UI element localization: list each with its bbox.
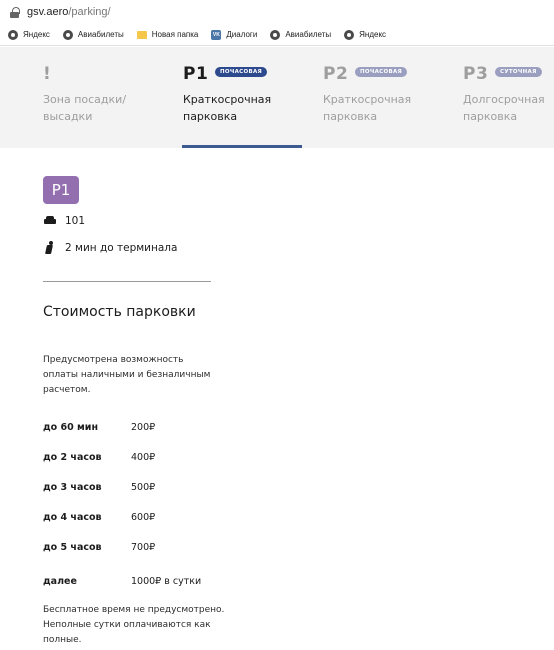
lock-icon bbox=[10, 7, 20, 18]
price-value: 200₽ bbox=[131, 422, 156, 433]
walk-time: 2 мин до терминала bbox=[65, 242, 178, 254]
price-value: 500₽ bbox=[131, 482, 156, 493]
price-row: до 60 мин 200₽ bbox=[43, 422, 155, 433]
bookmark-label: Авиабилеты bbox=[285, 30, 332, 39]
url-host: gsv.aero bbox=[27, 6, 69, 18]
globe-icon bbox=[8, 29, 18, 40]
price-duration: далее bbox=[43, 576, 77, 587]
bookmark-label: Яндекс bbox=[359, 30, 387, 39]
spaces-count: 101 bbox=[65, 215, 86, 227]
url-text[interactable]: gsv.aero/parking/ bbox=[27, 6, 111, 18]
bookmark-new-folder[interactable]: Новая папка bbox=[136, 30, 199, 39]
bookmark-aviabilety-2[interactable]: Авиабилеты bbox=[270, 29, 332, 40]
divider bbox=[43, 281, 211, 282]
tab-code: P1 bbox=[183, 64, 209, 84]
price-duration: до 2 часов bbox=[43, 452, 102, 463]
price-duration: до 4 часов bbox=[43, 512, 102, 523]
bookmark-yandex-2[interactable]: Яндекс bbox=[344, 29, 387, 40]
price-value: 600₽ bbox=[131, 512, 156, 523]
price-value: 400₽ bbox=[131, 452, 156, 463]
url-path: /parking/ bbox=[68, 6, 111, 18]
globe-icon bbox=[62, 29, 73, 40]
tab-label: Долгосрочная парковка bbox=[463, 93, 545, 123]
bookmark-yandex[interactable]: Яндекс bbox=[8, 29, 50, 40]
car-icon bbox=[43, 214, 57, 228]
walking-person-icon bbox=[43, 241, 57, 255]
tab-label: Краткосрочная парковка bbox=[183, 93, 272, 123]
parking-details: P1 101 2 мин до терминала Стоимость парк… bbox=[0, 148, 554, 650]
payment-description: Предусмотрена возможность оплаты наличны… bbox=[43, 355, 211, 395]
price-row: до 2 часов 400₽ bbox=[43, 452, 155, 463]
tab-code: ! bbox=[43, 64, 52, 84]
price-duration: до 60 мин bbox=[43, 422, 99, 433]
folder-icon bbox=[136, 30, 147, 39]
spaces-row: 101 bbox=[43, 214, 85, 228]
billing-note: Бесплатное время не предусмотрено. Непол… bbox=[43, 605, 225, 645]
tab-badge: ПОЧАСОВАЯ bbox=[215, 67, 268, 77]
price-duration: до 3 часов bbox=[43, 482, 102, 493]
price-row: до 4 часов 600₽ bbox=[43, 512, 155, 523]
section-title: Стоимость парковки bbox=[43, 304, 196, 320]
bookmark-dialogs[interactable]: VK Диалоги bbox=[211, 29, 258, 40]
bookmarks-bar: Яндекс Авиабилеты Новая папка VK Диалоги … bbox=[0, 24, 554, 46]
price-row: до 3 часов 500₽ bbox=[43, 482, 155, 493]
price-value: 1000₽ в сутки bbox=[131, 576, 202, 587]
bookmark-label: Авиабилеты bbox=[77, 30, 124, 39]
parking-tabs: ! Зона посадки/высадки P1 ПОЧАСОВАЯ Крат… bbox=[0, 47, 554, 148]
bookmark-aviabilety[interactable]: Авиабилеты bbox=[62, 29, 124, 40]
address-bar[interactable]: gsv.aero/parking/ bbox=[0, 0, 554, 24]
tab-label: Краткосрочная парковка bbox=[323, 93, 412, 123]
price-row: до 5 часов 700₽ bbox=[43, 542, 155, 553]
bookmark-label: Диалоги bbox=[226, 30, 258, 39]
tab-label: Зона посадки/высадки bbox=[43, 93, 127, 123]
price-duration: до 5 часов bbox=[43, 542, 102, 553]
bookmark-label: Яндекс bbox=[23, 30, 50, 39]
parking-code-badge: P1 bbox=[43, 176, 79, 204]
tab-code: P2 bbox=[323, 64, 349, 84]
globe-icon bbox=[270, 29, 281, 40]
bookmark-label: Новая папка bbox=[151, 30, 199, 39]
price-value: 700₽ bbox=[131, 542, 156, 553]
tab-code: P3 bbox=[463, 64, 489, 84]
tab-badge: СУТОЧНАЯ bbox=[495, 67, 542, 77]
price-row: далее 1000₽ в сутки bbox=[43, 576, 201, 587]
vk-icon: VK bbox=[211, 29, 222, 40]
walk-row: 2 мин до терминала bbox=[43, 241, 177, 255]
globe-icon bbox=[344, 29, 355, 40]
tab-badge: ПОЧАСОВАЯ bbox=[355, 67, 408, 77]
